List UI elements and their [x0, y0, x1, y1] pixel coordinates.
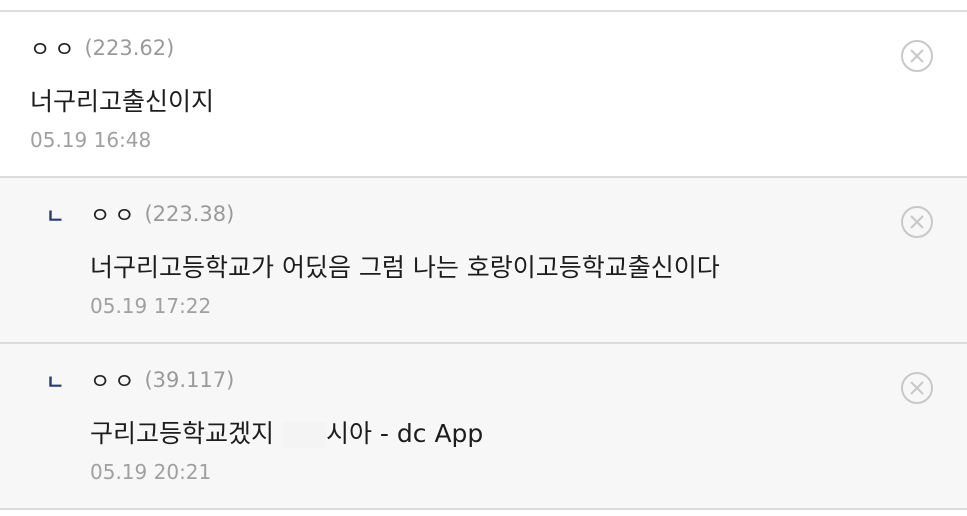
comment-author[interactable]: ㅇㅇ — [90, 198, 138, 230]
divider — [0, 510, 967, 516]
close-circle-icon — [901, 40, 933, 72]
comment-date: 05.19 17:22 — [90, 294, 212, 318]
comment-ip: (223.62) — [84, 36, 175, 60]
divider — [0, 0, 967, 12]
comment-date: 05.19 20:21 — [90, 460, 212, 484]
comment-header: ㅇㅇ (223.62) — [30, 32, 175, 64]
comment-header: ㄴ ㅇㅇ (39.117) — [46, 364, 235, 396]
reply-arrow-icon: ㄴ — [46, 369, 65, 394]
comment-date: 05.19 16:48 — [30, 128, 152, 152]
comment-author[interactable]: ㅇㅇ — [90, 364, 138, 396]
comment-text: 너구리고등학교가 어딨음 그럼 나는 호랑이고등학교출신이다 — [90, 253, 720, 282]
delete-comment-button[interactable] — [899, 38, 935, 74]
comment-item: ㅇㅇ (223.62) 너구리고출신이지 05.19 16:48 — [0, 12, 967, 178]
comment-header: ㄴ ㅇㅇ (223.38) — [46, 198, 235, 230]
redacted-patch — [281, 422, 326, 448]
delete-comment-button[interactable] — [899, 204, 935, 240]
reply-arrow-icon: ㄴ — [46, 203, 65, 228]
comment-ip: (223.38) — [144, 202, 235, 226]
comment-thread: ㅇㅇ (223.62) 너구리고출신이지 05.19 16:48 ㄴ ㅇㅇ (2… — [0, 0, 967, 516]
comment-text: 구리고등학교겠지 시아 - dc App — [90, 414, 483, 450]
reply-item: ㄴ ㅇㅇ (39.117) 구리고등학교겠지 시아 - dc App 05.19… — [0, 344, 967, 510]
close-circle-icon — [901, 206, 933, 238]
comment-author[interactable]: ㅇㅇ — [30, 32, 78, 64]
delete-comment-button[interactable] — [899, 370, 935, 406]
comment-text: 너구리고출신이지 — [30, 87, 215, 116]
reply-item: ㄴ ㅇㅇ (223.38) 너구리고등학교가 어딨음 그럼 나는 호랑이고등학교… — [0, 178, 967, 344]
comment-text-part: 시아 - dc App — [325, 419, 484, 448]
close-circle-icon — [901, 372, 933, 404]
comment-text-part: 구리고등학교겠지 — [90, 419, 275, 448]
comment-ip: (39.117) — [144, 368, 235, 392]
